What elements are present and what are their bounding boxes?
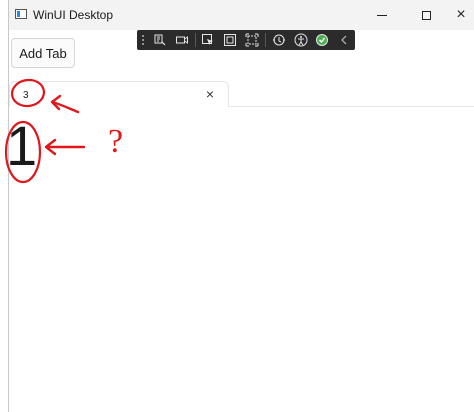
minimize-icon — [377, 14, 387, 16]
minimize-button[interactable] — [359, 0, 405, 30]
toolbar-grip-handle[interactable] — [141, 34, 145, 46]
toolbar-separator — [194, 33, 196, 47]
maximize-icon — [421, 10, 431, 20]
close-icon: × — [456, 6, 466, 23]
close-window-button[interactable]: × — [447, 0, 474, 30]
add-tab-button[interactable]: Add Tab — [11, 38, 75, 68]
debug-toolbar — [137, 30, 355, 50]
tab-content-text: 1 — [6, 114, 38, 177]
select-element-icon[interactable] — [198, 30, 220, 50]
tab-label: 3 — [23, 90, 29, 101]
screenshot-stage: WinUI Desktop × Add Tab 3 × 1 ? — [0, 0, 474, 412]
display-layout-adorners-icon[interactable] — [219, 30, 241, 50]
title-bar[interactable]: WinUI Desktop × — [9, 0, 474, 30]
window-title: WinUI Desktop — [33, 8, 114, 22]
track-focus-icon[interactable] — [241, 30, 263, 50]
collapse-chevron-icon[interactable] — [333, 30, 355, 50]
accessibility-icon[interactable] — [290, 30, 312, 50]
video-camera-icon[interactable] — [171, 30, 193, 50]
app-window-icon — [15, 9, 27, 19]
check-circle-icon[interactable] — [311, 30, 333, 50]
app-window: WinUI Desktop × Add Tab 3 × 1 — [6, 0, 474, 412]
hot-reload-icon[interactable] — [268, 30, 290, 50]
close-tab-icon[interactable]: × — [202, 86, 218, 102]
tab-item[interactable]: 3 × — [9, 81, 229, 107]
maximize-button[interactable] — [403, 0, 449, 30]
toolbar-separator — [264, 33, 266, 47]
live-visual-tree-icon[interactable] — [149, 30, 171, 50]
